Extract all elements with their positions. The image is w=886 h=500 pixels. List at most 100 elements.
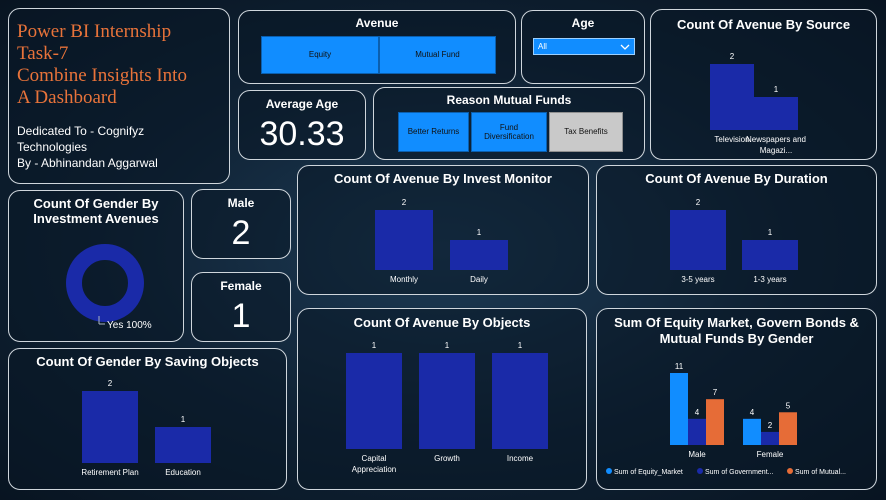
male-count: 2 xyxy=(231,214,251,252)
female-card: Female 1 xyxy=(191,272,291,342)
chart-card-duration: Count Of Avenue By Duration 2 3-5 years 1 1… xyxy=(596,165,877,295)
chart-card-sums-by-gender: Sum Of Equity Market, Govern Bonds & Mut… xyxy=(596,308,877,490)
chart-objects: 1 Capital Appreciation 1 Growth 1 Income xyxy=(346,341,548,474)
age-dropdown-value: All xyxy=(538,42,547,51)
bar xyxy=(742,240,798,270)
title-line: A Dashboard xyxy=(17,87,117,108)
chart-saving-objects: 2 Retirement Plan 1 Education xyxy=(81,379,211,477)
reason-slicer-title: Reason Mutual Funds xyxy=(446,93,572,107)
bar xyxy=(450,240,508,270)
data-label: 2 xyxy=(402,198,407,207)
reason-option-better-returns[interactable]: Better Returns xyxy=(398,112,469,152)
data-label: 4 xyxy=(750,408,755,417)
bar xyxy=(82,391,138,463)
legend-marker xyxy=(606,468,612,474)
data-label: 11 xyxy=(675,362,684,371)
age-slicer-title: Age xyxy=(571,16,595,30)
chart-duration: 2 3-5 years 1 1-3 years xyxy=(670,198,798,284)
bar xyxy=(155,427,211,463)
legend-label: Sum of Government... xyxy=(705,469,774,476)
chart-card-source: Count Of Avenue By Source 2 Television 1 Ne… xyxy=(650,9,877,160)
title-line: Power BI Internship xyxy=(17,21,172,42)
data-label: 4 xyxy=(695,408,700,417)
age-dropdown[interactable]: All xyxy=(533,38,635,55)
bar xyxy=(419,353,475,449)
dashboard-title: Power BI Internship Task-7 Combine Insig… xyxy=(17,21,187,109)
chart-source: 2 Television 1 Newspapers and Magazi... xyxy=(710,52,806,155)
average-age-card: Average Age 30.33 xyxy=(238,90,366,160)
male-label: Male xyxy=(227,196,255,210)
category-label: Education xyxy=(165,468,201,477)
donut-legend-label: Yes 100% xyxy=(107,320,152,331)
donut-chart xyxy=(66,244,144,325)
bar xyxy=(688,418,706,445)
category-label: 3-5 years xyxy=(681,275,714,284)
category-label: Female xyxy=(757,450,784,459)
category-label: Income xyxy=(507,454,534,463)
male-card: Male 2 xyxy=(191,189,291,259)
reason-option-tax-benefits[interactable]: Tax Benefits xyxy=(549,112,623,152)
chart-sums-by-gender: 11 4 7 Male 4 2 5 Female Sum of Equity_Market Sum… xyxy=(606,362,846,476)
average-age-title: Average Age xyxy=(265,97,339,111)
data-label: 1 xyxy=(768,228,773,237)
bar xyxy=(779,412,797,445)
avenue-option-mutual-fund[interactable]: Mutual Fund xyxy=(379,36,496,74)
category-label: Magazi... xyxy=(760,146,792,155)
category-label: Male xyxy=(688,450,706,459)
average-age-value: 30.33 xyxy=(259,115,345,153)
chart-card-saving-objects: Count Of Gender By Saving Objects 2 Retir… xyxy=(8,348,287,490)
bar xyxy=(754,97,798,130)
data-label: 1 xyxy=(372,341,377,350)
chart-invest-monitor: 2 Monthly 1 Daily xyxy=(375,198,508,284)
data-label: 7 xyxy=(713,388,718,397)
chart-card-objects: Count Of Avenue By Objects 1 Capital Appre… xyxy=(297,308,587,490)
legend-label: Sum of Equity_Market xyxy=(614,469,683,476)
data-label: 5 xyxy=(786,401,791,410)
category-label: Growth xyxy=(434,454,460,463)
female-label: Female xyxy=(220,279,262,293)
bar xyxy=(346,353,402,449)
age-slicer-card: Age All xyxy=(521,10,645,84)
bar xyxy=(492,353,548,449)
avenue-slicer-card: Avenue Equity Mutual Fund xyxy=(238,10,516,84)
bar xyxy=(743,418,761,445)
author-text: By - Abhinandan Aggarwal xyxy=(17,156,158,170)
avenue-slicer-title: Avenue xyxy=(355,16,399,30)
title-card: Power BI Internship Task-7 Combine Insig… xyxy=(8,8,230,184)
bar xyxy=(706,399,724,445)
title-line: Combine Insights Into xyxy=(17,65,187,86)
female-count: 1 xyxy=(231,297,251,335)
title-line: Task-7 xyxy=(17,43,69,64)
reason-option-fund-diversification[interactable]: Fund Diversification xyxy=(471,112,547,152)
avenue-option-equity[interactable]: Equity xyxy=(261,36,379,74)
bar xyxy=(375,210,433,270)
chevron-down-icon xyxy=(620,44,630,50)
data-label: 1 xyxy=(518,341,523,350)
bar xyxy=(670,210,726,270)
category-label: Retirement Plan xyxy=(81,468,138,477)
category-label: Monthly xyxy=(390,275,418,284)
bar xyxy=(710,64,754,130)
dedication-text-2: Technologies xyxy=(17,140,88,154)
data-label: 2 xyxy=(730,52,735,61)
category-label: Appreciation xyxy=(352,465,396,474)
data-label: 1 xyxy=(477,228,482,237)
legend-marker xyxy=(697,468,703,474)
donut-ring xyxy=(66,244,144,322)
data-label: 2 xyxy=(696,198,701,207)
legend-label: Sum of Mutual... xyxy=(795,469,846,476)
data-label: 1 xyxy=(181,415,186,424)
data-label: 1 xyxy=(445,341,450,350)
donut-card: Count Of Gender By Investment Avenues Ye… xyxy=(8,190,184,342)
data-label: 1 xyxy=(774,85,779,94)
category-label: 1-3 years xyxy=(753,275,786,284)
data-label: 2 xyxy=(108,379,113,388)
category-label: Television xyxy=(714,135,749,144)
bar xyxy=(761,431,779,445)
chart-card-invest-monitor: Count Of Avenue By Invest Monitor 2 Month… xyxy=(297,165,589,295)
category-label: Newspapers and xyxy=(746,135,806,144)
category-label: Daily xyxy=(470,275,488,284)
legend-marker xyxy=(787,468,793,474)
dedication-text: Dedicated To - Cognifyz xyxy=(17,124,145,138)
category-label: Capital xyxy=(362,454,387,463)
